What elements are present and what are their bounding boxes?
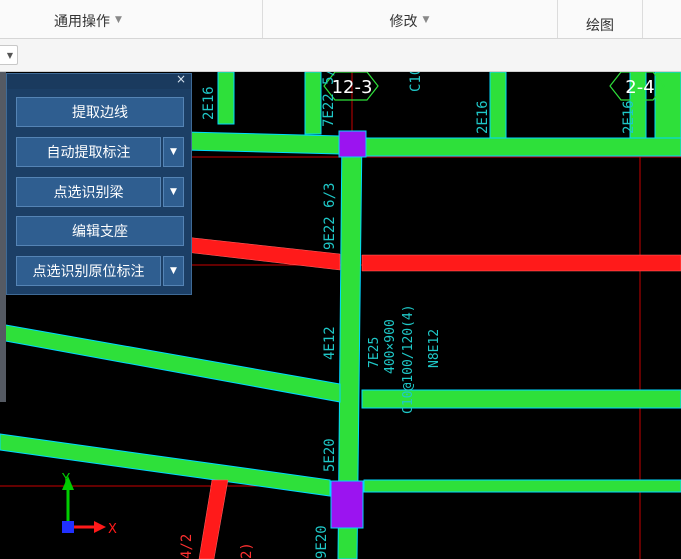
ribbon-group-general-ops[interactable]: 通用操作 ▼ bbox=[0, 0, 176, 38]
annotation: 7E22 5/2 bbox=[321, 72, 337, 127]
edit-support-button[interactable]: 编辑支座 bbox=[16, 216, 184, 246]
axis-label: 12-3 bbox=[332, 77, 373, 98]
chevron-down-icon: ▼ bbox=[170, 147, 177, 157]
ucs-y-label: Y bbox=[61, 472, 70, 487]
annotation: 2E16 bbox=[475, 100, 491, 134]
annotation: 2E16 bbox=[201, 86, 217, 120]
close-icon[interactable]: × bbox=[176, 72, 186, 86]
annotation: 9E20 bbox=[314, 525, 330, 559]
chevron-down-icon: ▼ bbox=[422, 15, 430, 25]
beam bbox=[363, 479, 681, 493]
beam bbox=[217, 72, 235, 125]
beam bbox=[0, 433, 331, 497]
annotation: N8E12 bbox=[427, 329, 442, 368]
annotation: 7E25 bbox=[367, 337, 382, 368]
beam bbox=[0, 323, 341, 403]
column bbox=[330, 480, 364, 529]
beam-recognition-panel: × 提取边线 自动提取标注 ▼ 点选识别梁 ▼ 编辑支座 点选识别原位标注 ▼ bbox=[6, 72, 192, 295]
ribbon-group-label: 通用操作 bbox=[54, 14, 111, 30]
ribbon-divider bbox=[642, 0, 643, 38]
sub-toolbar: ▼ bbox=[0, 39, 681, 72]
beam bbox=[365, 137, 681, 157]
annotation: 2E16 bbox=[621, 100, 637, 134]
beam bbox=[654, 72, 681, 140]
axis-label: 2-4 bbox=[625, 77, 654, 98]
pick-recognize-beam-button[interactable]: 点选识别梁 bbox=[16, 177, 161, 207]
sub-toolbar-dropdown[interactable]: ▼ bbox=[0, 45, 18, 65]
ucs-x-label: X bbox=[108, 522, 117, 537]
pick-recognize-in-situ-annotation-button[interactable]: 点选识别原位标注 bbox=[16, 256, 161, 286]
chevron-down-icon: ▼ bbox=[6, 50, 13, 60]
ribbon-toolbar: 通用操作 ▼ 修改 ▼ 绘图 bbox=[0, 0, 681, 39]
auto-extract-annotation-button[interactable]: 自动提取标注 bbox=[16, 137, 161, 167]
annotation: 4/2 bbox=[179, 534, 195, 559]
ucs-icon: Y X bbox=[61, 472, 117, 537]
annotation: C10@100/120(4) bbox=[401, 304, 416, 414]
beam-red bbox=[361, 254, 681, 272]
ribbon-group-draw[interactable]: 绘图 bbox=[558, 0, 642, 38]
annotation: 9E22 6/3 bbox=[322, 183, 338, 250]
extract-edge-button[interactable]: 提取边线 bbox=[16, 97, 184, 127]
ribbon-group-modify[interactable]: 修改 ▼ bbox=[262, 0, 557, 38]
annotation: 400×900 bbox=[383, 319, 398, 374]
ucs-origin bbox=[62, 521, 74, 533]
chevron-down-icon: ▼ bbox=[170, 266, 177, 276]
annotation: 2) bbox=[239, 542, 255, 559]
pick-recognize-beam-dropdown[interactable]: ▼ bbox=[163, 177, 184, 207]
beam bbox=[304, 72, 322, 135]
annotation: 4E12 bbox=[322, 326, 338, 360]
auto-extract-annotation-dropdown[interactable]: ▼ bbox=[163, 137, 184, 167]
ucs-x-arrow bbox=[94, 521, 106, 533]
column bbox=[338, 130, 367, 158]
annotation: 5E20 bbox=[322, 438, 338, 472]
chevron-down-icon: ▼ bbox=[115, 15, 122, 25]
ribbon-group-label: 修改 bbox=[389, 14, 418, 30]
chevron-down-icon: ▼ bbox=[170, 187, 177, 197]
annotation: C10 bbox=[408, 72, 424, 92]
beam bbox=[184, 131, 341, 155]
panel-title-bar[interactable]: × bbox=[7, 72, 191, 89]
beam-red bbox=[198, 479, 229, 559]
ribbon-group-label: 绘图 bbox=[586, 18, 614, 34]
beam bbox=[489, 72, 507, 140]
pick-recognize-in-situ-annotation-dropdown[interactable]: ▼ bbox=[163, 256, 184, 286]
